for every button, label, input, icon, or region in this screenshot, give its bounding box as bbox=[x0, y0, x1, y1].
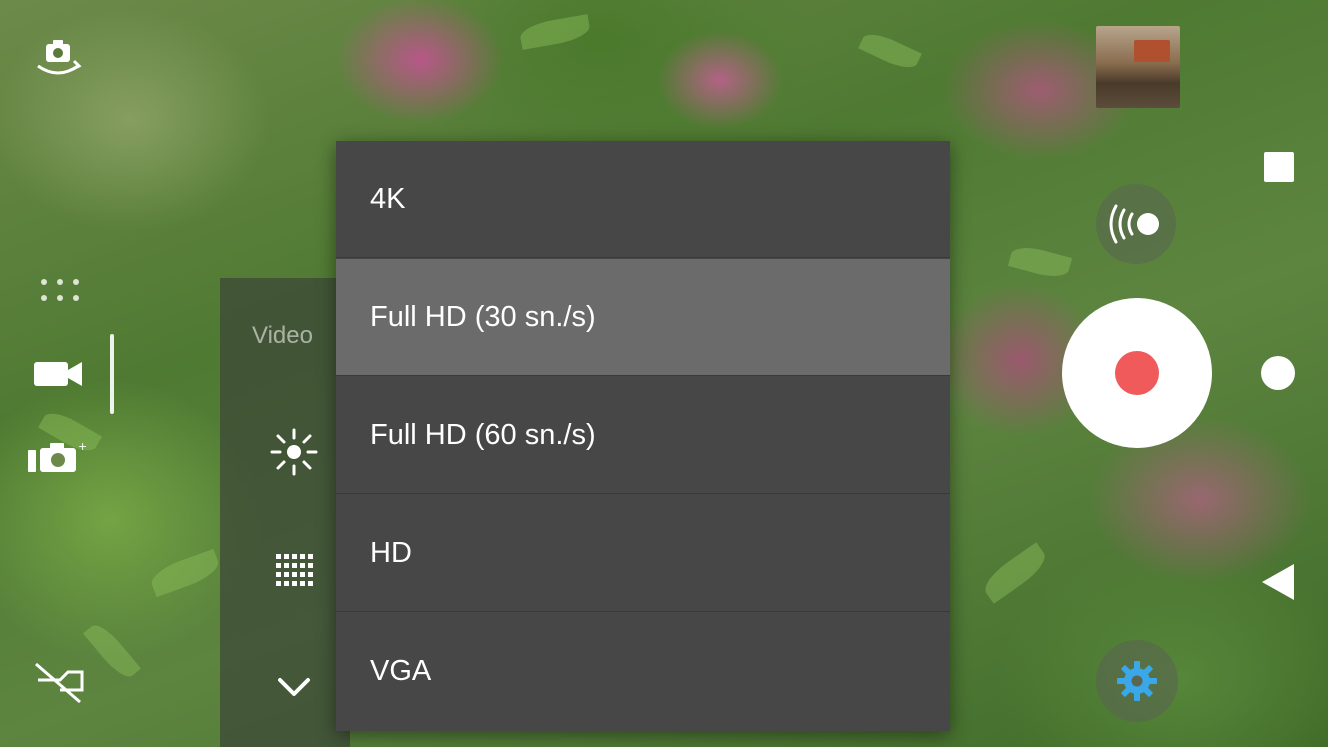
chevron-down-icon[interactable] bbox=[276, 674, 312, 698]
dots-icon[interactable] bbox=[36, 276, 84, 306]
menu-item-4k[interactable]: 4K bbox=[336, 141, 950, 258]
mode-slider[interactable] bbox=[110, 334, 114, 414]
menu-item-full-hd-30[interactable]: Full HD (30 sn./s) bbox=[336, 259, 950, 376]
gallery-thumbnail[interactable] bbox=[1096, 26, 1180, 108]
video-resolution-menu: 4K Full HD (30 sn./s) Full HD (60 sn./s)… bbox=[336, 141, 950, 731]
brightness-icon[interactable] bbox=[268, 426, 320, 478]
video-settings-panel: Video bbox=[220, 278, 350, 747]
photo-camera-icon[interactable]: + bbox=[26, 438, 88, 476]
record-icon bbox=[1115, 351, 1159, 395]
live-broadcast-icon bbox=[1109, 204, 1159, 244]
grid-icon[interactable] bbox=[274, 552, 316, 588]
home-circle-icon[interactable] bbox=[1261, 356, 1295, 390]
video-camera-icon[interactable] bbox=[32, 356, 84, 392]
flash-off-icon[interactable] bbox=[30, 660, 90, 704]
menu-item-label: VGA bbox=[370, 655, 432, 687]
panel-title: Video bbox=[252, 322, 313, 349]
menu-item-label: HD bbox=[370, 536, 412, 569]
switch-camera-icon[interactable] bbox=[34, 36, 82, 80]
live-broadcast-button[interactable] bbox=[1096, 184, 1176, 264]
stop-square-icon[interactable] bbox=[1264, 152, 1294, 182]
record-button[interactable] bbox=[1062, 298, 1212, 448]
menu-item-full-hd-60[interactable]: Full HD (60 sn./s) bbox=[336, 377, 950, 494]
menu-item-vga[interactable]: VGA bbox=[336, 613, 950, 730]
menu-item-label: Full HD (60 sn./s) bbox=[370, 418, 596, 451]
svg-text:+: + bbox=[78, 440, 87, 453]
menu-item-label: 4K bbox=[370, 182, 406, 215]
menu-item-hd[interactable]: HD bbox=[336, 495, 950, 612]
settings-button[interactable] bbox=[1096, 640, 1178, 722]
menu-item-label: Full HD (30 sn./s) bbox=[370, 300, 596, 333]
gear-icon bbox=[1117, 661, 1157, 701]
back-triangle-icon[interactable] bbox=[1260, 562, 1296, 602]
